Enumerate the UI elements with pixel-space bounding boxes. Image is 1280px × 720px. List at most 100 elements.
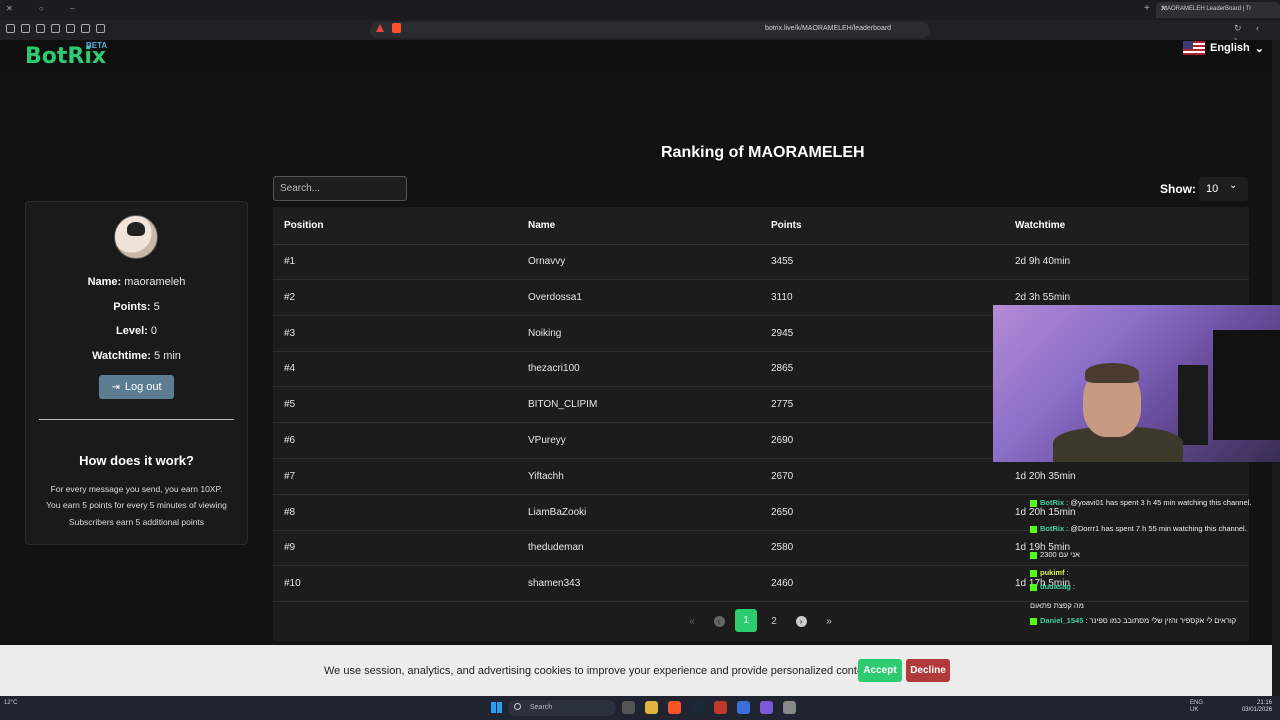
taskbar-apps: [622, 701, 796, 714]
row-points: 3110: [771, 291, 793, 303]
brave-shields-icon[interactable]: [392, 23, 401, 33]
nav-icons: [6, 24, 105, 33]
row-points: 2670: [771, 470, 794, 482]
discord-icon[interactable]: [760, 701, 773, 714]
row-points: 2650: [771, 506, 794, 518]
webcam-panel: [1178, 365, 1208, 445]
settings-icon[interactable]: [783, 701, 796, 714]
prev-page-icon[interactable]: ‹: [708, 611, 730, 631]
chat-message: BotRix: @Dorrr1 has spent 7 h 55 min wat…: [1030, 523, 1270, 534]
first-page-icon[interactable]: «: [681, 611, 703, 631]
app-icon[interactable]: [714, 701, 727, 714]
app-icon[interactable]: [737, 701, 750, 714]
row-position: #2: [284, 291, 296, 303]
column-watchtime[interactable]: Watchtime: [1015, 220, 1065, 231]
row-points: 2580: [771, 542, 794, 554]
page-2-button[interactable]: 2: [763, 611, 785, 631]
window-controls[interactable]: ✕ ○ –: [6, 4, 86, 13]
row-points: 3455: [771, 256, 794, 267]
us-flag-icon: [1183, 41, 1205, 55]
steam-icon[interactable]: [691, 701, 704, 714]
url-text[interactable]: botrix.live/k/MAORAMELEH/leaderboard: [765, 25, 891, 32]
column-position[interactable]: Position: [284, 220, 323, 231]
shield-icon[interactable]: [21, 24, 30, 33]
row-watchtime: 2d 3h 55min: [1015, 291, 1071, 303]
site-header: [0, 40, 1272, 72]
table-header: [273, 207, 1249, 245]
decline-button[interactable]: Decline: [906, 659, 950, 682]
logout-button[interactable]: ⇥ Log out: [99, 375, 174, 399]
row-name: thezacri100: [528, 363, 580, 375]
taskbar-search[interactable]: Search: [508, 700, 616, 716]
file-explorer-icon[interactable]: [645, 701, 658, 714]
row-name: Noiking: [528, 327, 562, 339]
profile-points: Points: 5: [113, 301, 160, 313]
close-icon[interactable]: ✕: [1160, 4, 1167, 13]
search-icon: [514, 703, 521, 710]
windows-start-icon[interactable]: [491, 702, 502, 713]
table-row: [273, 244, 1249, 280]
language-selector[interactable]: English ⌄: [1183, 41, 1264, 55]
extensions-icon[interactable]: [96, 24, 105, 33]
show-label: Show:: [1160, 182, 1196, 196]
row-position: #5: [284, 399, 296, 411]
chat-message: pukimf:: [1030, 567, 1270, 578]
table-row: [273, 459, 1249, 495]
tab-title: MAORAMELEH LeaderBoard | Tr: [1162, 6, 1252, 12]
sidebar-icon[interactable]: [66, 24, 75, 33]
row-position: #1: [284, 256, 296, 267]
input-language[interactable]: ENG UK: [1190, 700, 1203, 714]
page-1-button[interactable]: 1: [735, 609, 757, 632]
page-size-select[interactable]: 10: [1199, 177, 1248, 201]
send-icon[interactable]: [36, 24, 45, 33]
row-points: 2460: [771, 578, 794, 590]
row-points: 2945: [771, 327, 794, 339]
chat-message: dudasag:: [1030, 581, 1270, 592]
search-input[interactable]: Search...: [273, 176, 407, 201]
wallet-icon[interactable]: [51, 24, 60, 33]
chat-message: BotRix: @yoavi01 has spent 3 h 45 min wa…: [1030, 497, 1270, 508]
accept-button[interactable]: Accept: [858, 659, 902, 682]
browser-chrome: ✕ ○ – + MAORAMELEH LeaderBoard | Tr ✕: [0, 0, 1280, 40]
music-icon[interactable]: [81, 24, 90, 33]
weather-widget[interactable]: 12°C: [4, 700, 17, 707]
profile-name: Name: maorameleh: [87, 276, 186, 288]
how-line: You earn 5 points for every 5 minutes of…: [46, 500, 227, 510]
profile-level: Level: 0: [116, 325, 157, 337]
row-name: Ornavvy: [528, 256, 566, 267]
webcam-overlay: [993, 305, 1280, 462]
menu-icon[interactable]: [6, 24, 15, 33]
next-page-icon[interactable]: ›: [790, 611, 812, 631]
row-name: LiamBaZooki: [528, 506, 587, 518]
logout-icon: ⇥: [111, 381, 120, 393]
last-page-icon[interactable]: »: [818, 611, 840, 631]
avatar: [114, 215, 158, 259]
row-watchtime: 1d 20h 35min: [1015, 470, 1076, 482]
row-position: #9: [284, 542, 296, 554]
row-position: #6: [284, 435, 296, 446]
how-line: Subscribers earn 5 additional points: [68, 517, 205, 527]
webcam-streamer-hair: [1085, 363, 1139, 383]
row-position: #4: [284, 363, 296, 375]
row-name: BITON_CLIPIM: [528, 399, 598, 411]
beta-badge: BETA: [86, 41, 108, 50]
row-position: #10: [284, 578, 301, 590]
column-name[interactable]: Name: [528, 220, 555, 231]
row-name: thedudeman: [528, 542, 584, 554]
row-position: #8: [284, 506, 296, 518]
brave-icon[interactable]: [668, 701, 681, 714]
row-points: 2865: [771, 363, 794, 375]
tab-leaderboard[interactable]: MAORAMELEH LeaderBoard | Tr: [1156, 2, 1280, 18]
row-watchtime: 1d 20h 15min: [1015, 506, 1076, 518]
nav-bar: [0, 20, 1280, 40]
clock[interactable]: 21:16 03/01/2026: [1240, 700, 1272, 714]
how-line: For every message you send, you earn 10X…: [50, 484, 223, 494]
row-name: shamen343: [528, 578, 581, 590]
row-name: Yiftachh: [528, 470, 564, 482]
new-tab-icon[interactable]: +: [1144, 3, 1150, 14]
page-title: Ranking of MAORAMELEH: [661, 144, 865, 161]
chevron-down-icon: ⌄: [1254, 42, 1264, 55]
task-view-icon[interactable]: [622, 701, 635, 714]
row-name: VPureyy: [528, 435, 566, 446]
column-points[interactable]: Points: [771, 220, 802, 231]
